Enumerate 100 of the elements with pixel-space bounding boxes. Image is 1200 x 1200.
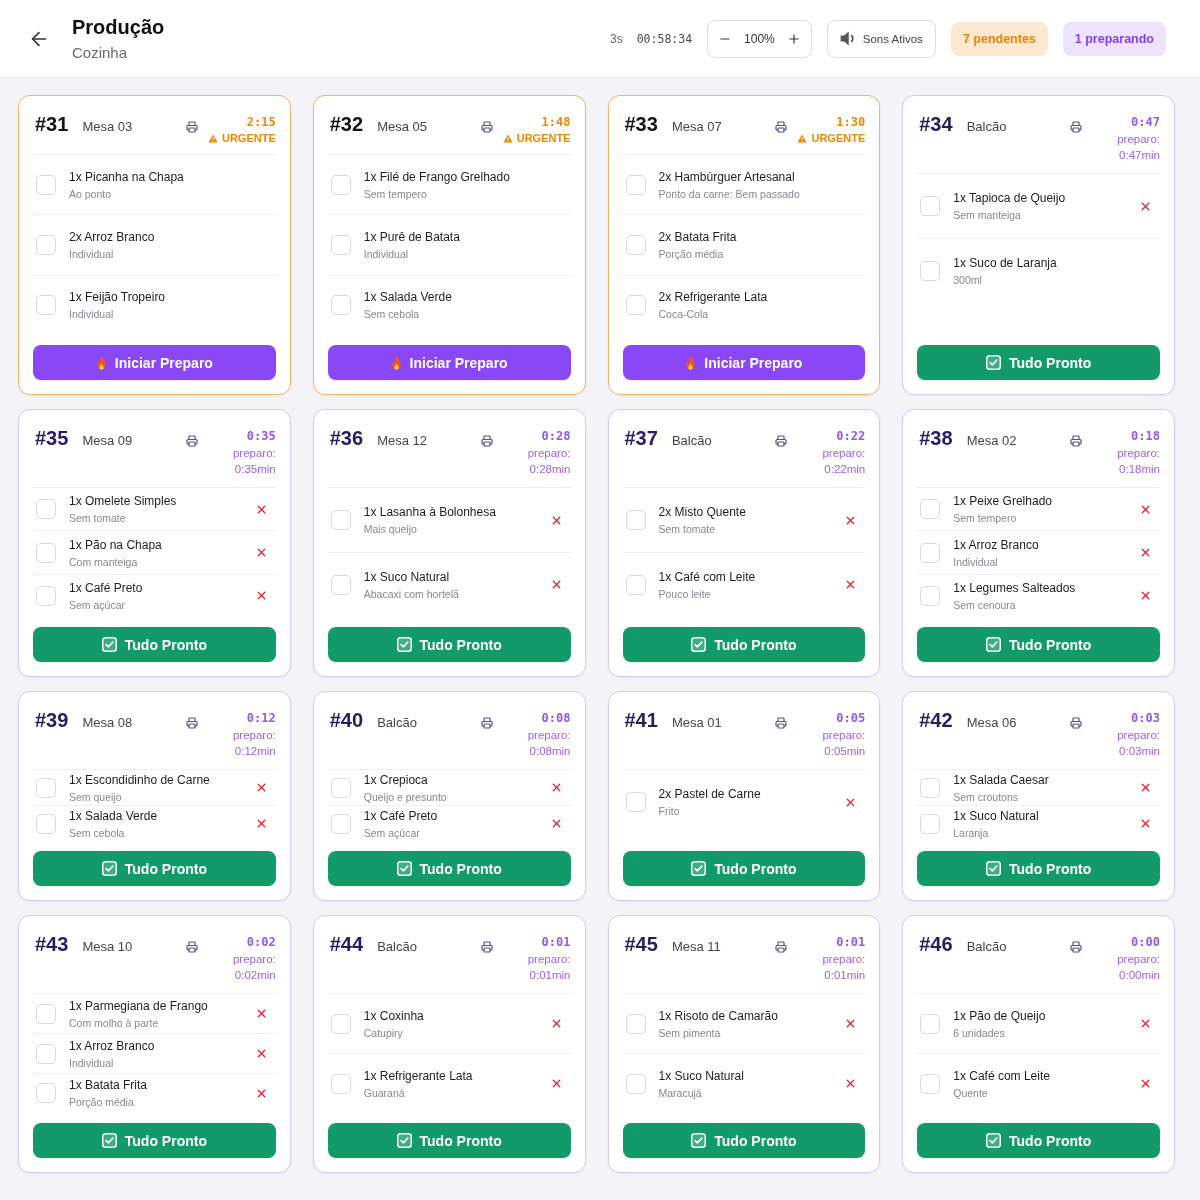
item-checkbox[interactable]: [625, 1073, 646, 1094]
prep-time-label: preparo: 0:01min: [822, 952, 866, 983]
printer-icon[interactable]: [1070, 717, 1082, 729]
sound-toggle-button[interactable]: Sons Ativos: [826, 19, 936, 58]
item-checkbox[interactable]: [36, 1003, 56, 1024]
printer-icon[interactable]: [185, 435, 198, 447]
item-checkbox[interactable]: [920, 777, 941, 798]
close-icon[interactable]: [1139, 781, 1152, 794]
all-ready-button[interactable]: Tudo Pronto: [917, 1123, 1160, 1158]
item-checkbox[interactable]: [36, 1083, 56, 1104]
printer-icon[interactable]: [1070, 941, 1082, 953]
item-checkbox[interactable]: [330, 295, 351, 316]
item-checkbox[interactable]: [625, 574, 646, 595]
all-ready-button[interactable]: Tudo Pronto: [33, 627, 276, 662]
all-ready-button[interactable]: Tudo Pronto: [917, 345, 1160, 380]
close-icon[interactable]: [1139, 817, 1152, 830]
start-prep-button[interactable]: Iniciar Preparo: [622, 345, 866, 380]
order-number: #36: [329, 427, 364, 450]
item-name: 1x Risoto de Camarão: [658, 1008, 779, 1023]
start-prep-button[interactable]: Iniciar Preparo: [327, 345, 571, 380]
item-checkbox[interactable]: [36, 499, 56, 520]
elapsed-timer: 0:22: [836, 429, 866, 443]
printer-icon[interactable]: [480, 121, 493, 133]
start-prep-button[interactable]: Iniciar Preparo: [33, 345, 276, 380]
item-checkbox[interactable]: [330, 1073, 351, 1094]
all-ready-button[interactable]: Tudo Pronto: [622, 1123, 866, 1158]
check-square-icon: [691, 861, 707, 876]
printer-icon[interactable]: [185, 717, 198, 729]
all-ready-button[interactable]: Tudo Pronto: [327, 851, 571, 886]
item-checkbox[interactable]: [625, 174, 646, 195]
item-note: Sem croutons: [953, 790, 1020, 803]
printer-icon[interactable]: [480, 717, 493, 729]
item-note: Guaraná: [363, 1086, 406, 1099]
printer-icon[interactable]: [775, 435, 788, 447]
item-checkbox[interactable]: [625, 510, 646, 531]
flame-icon: [95, 355, 107, 370]
close-icon[interactable]: [1139, 1077, 1152, 1090]
table-label: Balcão: [966, 939, 1007, 954]
all-ready-button[interactable]: Tudo Pronto: [33, 851, 276, 886]
close-icon[interactable]: [1139, 546, 1152, 559]
item-checkbox[interactable]: [625, 295, 646, 316]
all-ready-button[interactable]: Tudo Pronto: [622, 851, 866, 886]
all-ready-button[interactable]: Tudo Pronto: [33, 1123, 276, 1158]
item-checkbox[interactable]: [36, 777, 56, 798]
prep-time-label: preparo: 0:03min: [1117, 728, 1160, 759]
item-checkbox[interactable]: [36, 585, 56, 606]
item-name: 1x Lasanha à Bolonhesa: [363, 505, 497, 520]
plus-icon[interactable]: [786, 31, 801, 46]
item-checkbox[interactable]: [36, 1043, 56, 1064]
item-checkbox[interactable]: [36, 235, 56, 255]
item-checkbox[interactable]: [920, 813, 941, 834]
item-checkbox[interactable]: [36, 542, 56, 563]
item-checkbox[interactable]: [330, 235, 351, 255]
pending-count-badge[interactable]: 7 pendentes: [950, 21, 1048, 56]
item-checkbox[interactable]: [920, 1013, 941, 1034]
item-checkbox[interactable]: [920, 542, 941, 563]
elapsed-timer: 0:47: [1131, 115, 1160, 129]
printer-icon[interactable]: [775, 717, 788, 729]
item-checkbox[interactable]: [330, 574, 351, 595]
all-ready-button[interactable]: Tudo Pronto: [622, 627, 866, 662]
item-checkbox[interactable]: [330, 813, 351, 834]
item-checkbox[interactable]: [920, 1073, 941, 1094]
item-checkbox[interactable]: [330, 1013, 351, 1034]
preparing-count-badge[interactable]: 1 preparando: [1062, 21, 1166, 56]
printer-icon[interactable]: [185, 121, 198, 133]
item-checkbox[interactable]: [330, 174, 351, 195]
item-checkbox[interactable]: [36, 295, 56, 316]
item-checkbox[interactable]: [36, 813, 56, 834]
printer-icon[interactable]: [775, 941, 788, 953]
printer-icon[interactable]: [1070, 435, 1082, 447]
all-ready-button[interactable]: Tudo Pronto: [917, 851, 1160, 886]
printer-icon[interactable]: [775, 121, 788, 133]
all-ready-button[interactable]: Tudo Pronto: [327, 1123, 571, 1158]
item-checkbox[interactable]: [920, 196, 941, 217]
item-note: Catupiry: [363, 1026, 404, 1039]
item-note: Individual: [69, 308, 115, 321]
item-note: Individual: [363, 248, 410, 260]
item-checkbox[interactable]: [625, 235, 646, 255]
item-checkbox[interactable]: [920, 499, 941, 520]
order-number: #43: [35, 933, 69, 956]
item-checkbox[interactable]: [920, 260, 941, 281]
item-checkbox[interactable]: [920, 585, 941, 606]
all-ready-button[interactable]: Tudo Pronto: [327, 627, 571, 662]
item-checkbox[interactable]: [36, 174, 56, 195]
item-note: Individual: [953, 555, 999, 568]
printer-icon[interactable]: [480, 435, 493, 447]
urgent-label: URGENTE: [221, 132, 276, 144]
item-note: Sem cebola: [69, 826, 126, 839]
item-checkbox[interactable]: [330, 777, 351, 798]
table-label: Mesa 02: [966, 433, 1017, 448]
item-checkbox[interactable]: [625, 792, 646, 813]
printer-icon[interactable]: [480, 941, 493, 953]
close-icon[interactable]: [1139, 1017, 1152, 1030]
item-checkbox[interactable]: [330, 510, 351, 531]
all-ready-button[interactable]: Tudo Pronto: [917, 627, 1160, 662]
printer-icon[interactable]: [1070, 121, 1082, 133]
item-note: 6 unidades: [953, 1026, 1006, 1039]
prep-time-label: preparo: 0:18min: [1117, 446, 1160, 477]
printer-icon[interactable]: [185, 941, 198, 953]
item-checkbox[interactable]: [625, 1013, 646, 1034]
